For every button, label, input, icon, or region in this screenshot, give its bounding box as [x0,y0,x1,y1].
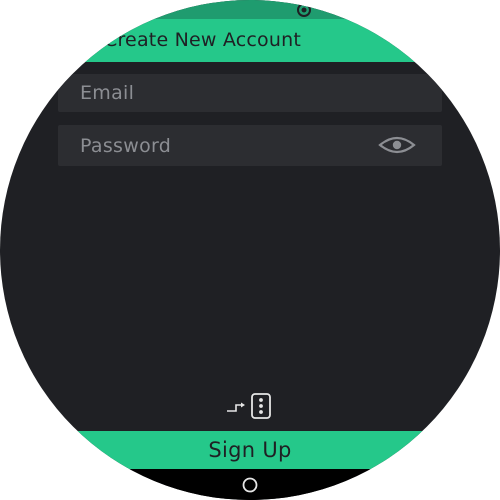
sign-up-button[interactable]: Sign Up [0,431,500,469]
email-field[interactable] [58,74,442,112]
qr-switch-icon[interactable] [224,392,276,420]
sign-up-label: Sign Up [208,438,292,462]
status-bar [0,0,500,19]
password-input[interactable] [80,125,380,166]
app-header: Create New Account [0,19,500,62]
eye-icon[interactable] [378,135,416,155]
email-input[interactable] [80,74,380,112]
navigation-bar [0,469,500,500]
watch-screen: Create New Account Sign Up [0,0,500,500]
circle-home-icon[interactable] [240,477,260,493]
page-title: Create New Account [104,29,301,51]
password-field[interactable] [58,125,442,166]
circle-dot-icon [297,3,311,17]
